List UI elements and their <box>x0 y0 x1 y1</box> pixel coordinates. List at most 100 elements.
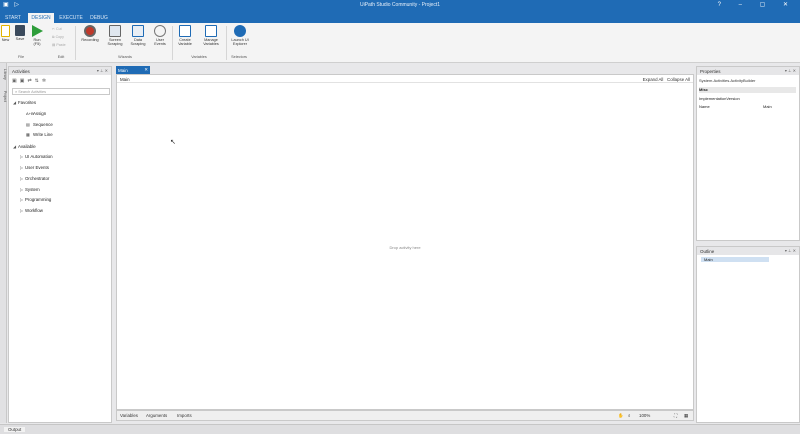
run-label: Run (F5) <box>33 38 41 47</box>
zoom-level[interactable]: 100% <box>639 413 650 418</box>
ribbon-tabs: START DESIGN EXECUTE DEBUG Search (Ctrl+… <box>0 11 800 33</box>
paste-button[interactable]: ▤ Paste <box>52 43 66 47</box>
cut-button[interactable]: ✂ Cut <box>52 27 62 31</box>
outline-header: Outline ▾ ⊥ ✕ <box>697 247 799 255</box>
pan-icon[interactable]: ✋ <box>618 413 623 419</box>
group-edit-label: Edit <box>57 55 65 59</box>
screen-scraping-icon <box>109 25 121 37</box>
project-tab[interactable]: Project <box>0 91 7 102</box>
panel-pin-icons[interactable]: ▾ ⊥ ✕ <box>97 68 108 73</box>
variables-tab[interactable]: Variables <box>120 413 138 418</box>
designer-header: Main Expand All Collapse All <box>117 75 693 83</box>
tree-item-write-line[interactable]: ▦ Write Line <box>26 132 53 137</box>
tree-item-assign[interactable]: A+BAssign <box>26 111 46 116</box>
collapse-all-link[interactable]: Collapse All <box>667 77 690 82</box>
expand-all-link[interactable]: Expand All <box>643 77 664 82</box>
tree-item-workflow[interactable]: ▷ Workflow <box>20 208 43 213</box>
activities-search-placeholder: Search Activities <box>18 90 47 94</box>
orchestrator-label: Orchestrator <box>25 176 50 181</box>
group-selectors-label: Selectors <box>231 55 247 59</box>
property-value[interactable]: Main <box>763 104 772 109</box>
write-line-label: Write Line <box>33 132 53 137</box>
properties-panel: Properties ▾ ⊥ ✕ System.Activities.Activ… <box>696 66 800 241</box>
search-icon: ⌕ <box>15 90 18 94</box>
copy-label: Copy <box>55 35 64 39</box>
outline-item-main[interactable]: Main <box>701 257 769 262</box>
property-name: Name <box>699 104 710 109</box>
save-button[interactable]: Save <box>13 25 27 41</box>
run-button[interactable]: Run (F5) <box>29 25 45 46</box>
tree-item-user-events[interactable]: ▷ User Events <box>20 165 49 170</box>
zoom-icon[interactable]: ⌕ <box>628 413 630 418</box>
arguments-tab[interactable]: Arguments <box>146 413 167 418</box>
tree-item-sequence[interactable]: ▤ Sequence <box>26 122 53 127</box>
outline-panel: Outline ▾ ⊥ ✕ Main <box>696 246 800 423</box>
properties-title: Properties <box>700 68 721 74</box>
run-icon <box>31 25 43 37</box>
tree-item-ui-automation[interactable]: ▷ UI Automation <box>20 154 53 159</box>
data-scraping-label: Data Scraping <box>130 38 146 47</box>
system-label: System <box>25 187 40 192</box>
activities-header: Activities ▾ ⊥ ✕ <box>9 67 111 75</box>
tree-item-system[interactable]: ▷ System <box>20 187 40 192</box>
tab-start[interactable]: START <box>2 13 24 23</box>
recording-button[interactable]: Recording <box>77 25 103 42</box>
activities-search-input[interactable]: ⌕ Search Activities <box>12 88 110 95</box>
property-row[interactable]: Name Main <box>699 104 796 110</box>
ribbon: New Save Run (F5) ✂ Cut ⧉ Copy ▤ Paste R… <box>0 23 800 63</box>
new-label: New <box>1 38 10 42</box>
close-icon[interactable]: ✕ <box>144 67 148 73</box>
activities-toolbar[interactable]: ▣▣⇄⇅✲ <box>12 78 49 86</box>
tab-execute[interactable]: EXECUTE <box>58 13 84 23</box>
workflow-designer[interactable]: Main Expand All Collapse All Drop activi… <box>116 74 694 410</box>
tab-design[interactable]: DESIGN <box>28 13 54 23</box>
sequence-icon: ▤ <box>26 122 30 127</box>
write-line-icon: ▦ <box>26 132 30 137</box>
properties-class-name: System.Activities.ActivityBuilder <box>699 78 756 83</box>
breadcrumb[interactable]: Main <box>120 77 130 82</box>
user-events-label: User Events <box>154 38 166 47</box>
manage-variables-button[interactable]: Manage Variables <box>198 25 224 46</box>
ribbon-separator <box>75 26 76 60</box>
imports-tab[interactable]: Imports <box>177 413 192 418</box>
fit-to-screen-icon[interactable]: ⛶ <box>674 413 677 418</box>
data-scraping-button[interactable]: Data Scraping <box>127 25 149 46</box>
save-icon <box>15 25 25 36</box>
assign-icon: A+B <box>26 111 34 116</box>
tree-item-orchestrator[interactable]: ▷ Orchestrator <box>20 176 49 181</box>
paste-label: Paste <box>56 43 66 47</box>
programming-label: Programming <box>25 197 52 202</box>
launch-ui-explorer-button[interactable]: Launch UI Explorer <box>228 25 252 46</box>
tree-item-programming[interactable]: ▷ Programming <box>20 197 51 202</box>
document-tab-main[interactable]: Main ✕ <box>116 66 150 74</box>
user-events-icon <box>154 25 166 37</box>
output-tab[interactable]: Output <box>4 427 26 432</box>
group-wizards-label: Wizards <box>118 55 132 59</box>
panel-pin-icons[interactable]: ▾ ⊥ ✕ <box>785 248 796 253</box>
cut-icon: ✂ <box>52 27 56 31</box>
panel-pin-icons[interactable]: ▾ ⊥ ✕ <box>785 68 796 73</box>
copy-icon: ⧉ <box>52 35 55 39</box>
designer-bottom-bar: Variables Arguments Imports ✋ ⌕ 100% ⛶ ▦ <box>116 410 694 421</box>
mouse-cursor-icon: ↖ <box>170 139 176 146</box>
properties-section-misc[interactable]: Misc <box>699 87 796 93</box>
tree-item-favorites[interactable]: ◢ Favorites <box>13 100 36 105</box>
ui-explorer-icon <box>234 25 246 37</box>
outline-title: Outline <box>700 248 715 254</box>
activities-panel: Activities ▾ ⊥ ✕ ▣▣⇄⇅✲ ⌕ Search Activiti… <box>8 66 112 423</box>
property-row[interactable]: ImplementationVersion <box>699 96 796 102</box>
user-events-button[interactable]: User Events <box>150 25 170 46</box>
workflow-label: Workflow <box>25 208 43 213</box>
overview-icon[interactable]: ▦ <box>684 413 688 419</box>
window-controls[interactable]: ? ‒ ▢ ✕ <box>718 1 796 8</box>
copy-button[interactable]: ⧉ Copy <box>52 35 64 39</box>
library-tab[interactable]: Library <box>0 69 7 80</box>
manage-variables-icon <box>205 25 217 37</box>
create-variable-button[interactable]: Create Variable <box>174 25 196 46</box>
status-bar: Output <box>0 424 800 434</box>
new-button[interactable]: New <box>0 25 11 42</box>
tree-item-available[interactable]: ◢ Available <box>13 144 36 149</box>
record-icon <box>84 25 96 37</box>
tab-debug[interactable]: DEBUG <box>88 13 110 23</box>
screen-scraping-button[interactable]: Screen Scraping <box>104 25 126 46</box>
